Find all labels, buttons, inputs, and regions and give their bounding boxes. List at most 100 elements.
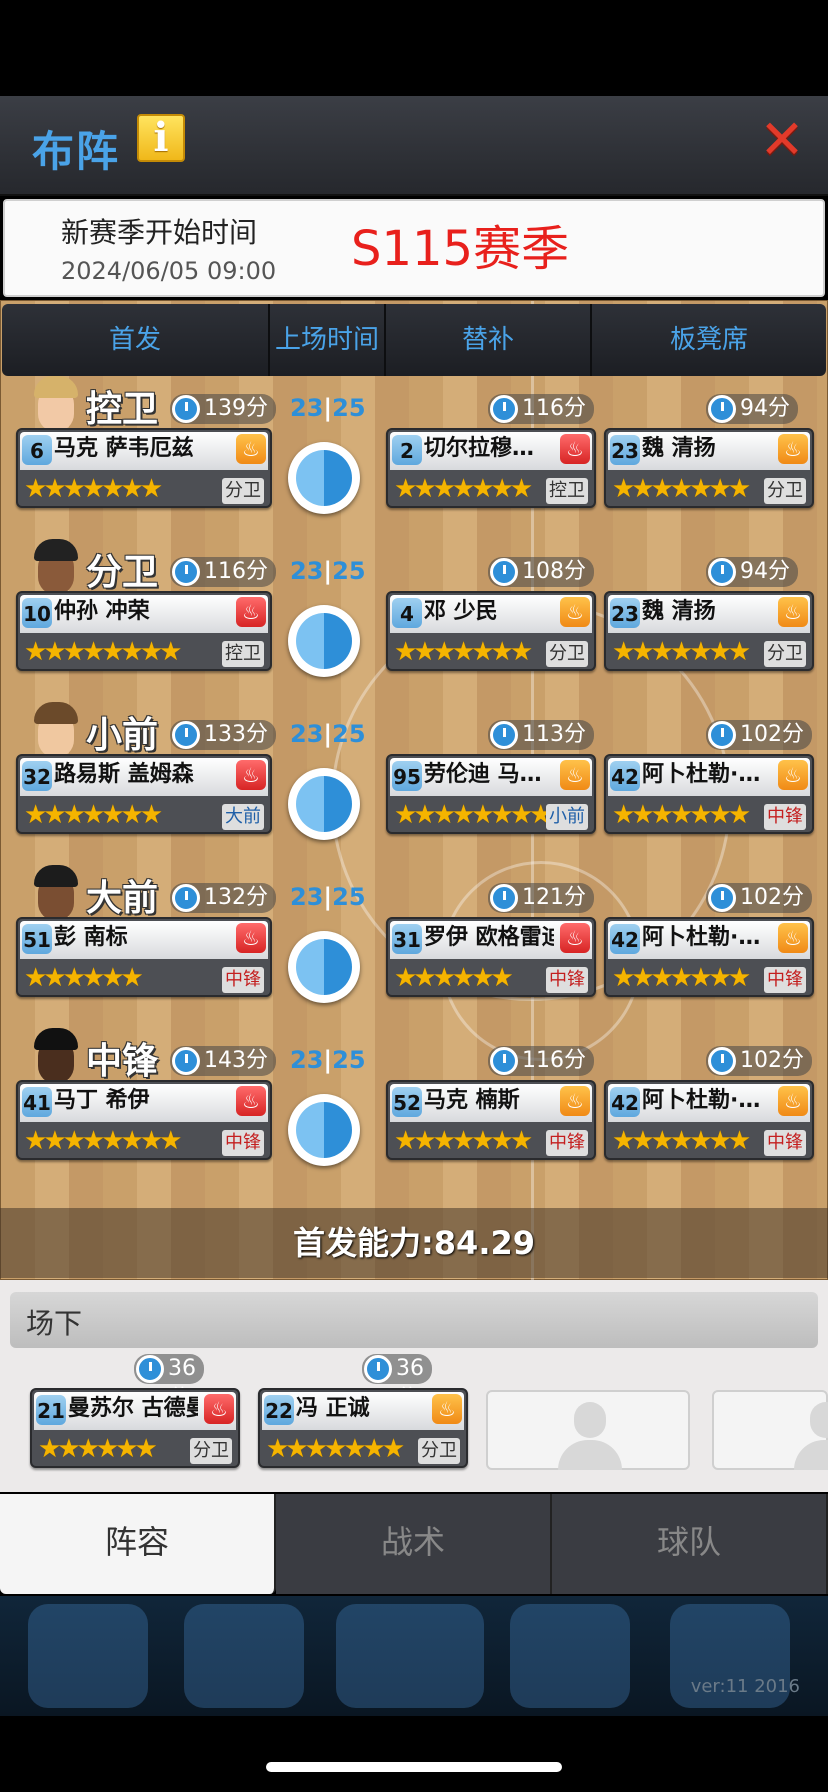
stopwatch-icon [364, 1355, 392, 1383]
player-card[interactable]: 52 马克 楠斯 ♨ ★★★★★★★ 中锋 [386, 1080, 596, 1160]
form-flame-icon: ♨ [560, 1086, 590, 1116]
jersey-number: 52 [392, 1087, 422, 1117]
star-rating: ★★★★★★ [394, 963, 514, 993]
player-name: 阿卜杜勒·… [642, 762, 761, 787]
page-title: 布阵 [32, 127, 121, 176]
position-label: 小前 [86, 715, 159, 756]
player-card[interactable]: 22 冯 正诚 ♨ ★★★★★★★ 分卫 [258, 1388, 468, 1468]
play-time-value: 132分 [204, 885, 268, 910]
position-badge: 分卫 [546, 641, 588, 667]
play-time-value: 121分 [522, 885, 586, 910]
star-rating: ★★★★★★★ [612, 1126, 751, 1156]
play-time: 94分 [706, 394, 798, 424]
empty-bench-slot[interactable] [712, 1390, 828, 1470]
player-card[interactable]: 23 魏 清扬 ♨ ★★★★★★★ 分卫 [604, 428, 814, 508]
player-name: 魏 清扬 [642, 436, 716, 461]
tab-lineup[interactable]: 阵容 [0, 1494, 276, 1594]
minutes-pie-dial[interactable] [288, 1094, 360, 1166]
play-time: 108分 [488, 557, 594, 587]
player-name: 冯 正诚 [296, 1396, 370, 1421]
minutes-pie-dial[interactable] [288, 931, 360, 1003]
info-icon[interactable]: i [137, 114, 185, 162]
player-name: 劳伦迪 马… [424, 762, 542, 787]
lineup-tabbar: 首发 上场时间 替补 板凳席 [2, 304, 826, 376]
stopwatch-icon [708, 721, 736, 749]
player-card[interactable]: 41 马丁 希伊 ♨ ★★★★★★★★ 中锋 [16, 1080, 272, 1160]
stopwatch-icon [490, 395, 518, 423]
bottom-tabs: 阵容 战术 球队 [0, 1494, 828, 1594]
position-badge: 控卫 [546, 478, 588, 504]
form-flame-icon: ♨ [778, 434, 808, 464]
star-icon [28, 1604, 148, 1708]
tab-bench[interactable]: 板凳席 [592, 304, 826, 376]
jersey-number: 42 [610, 761, 640, 791]
play-time: 102分 [706, 720, 812, 750]
player-name: 彭 南标 [54, 925, 128, 950]
play-time: 121分 [488, 883, 594, 913]
home-indicator [266, 1762, 562, 1772]
player-card[interactable]: 42 阿卜杜勒·… ♨ ★★★★★★★ 中锋 [604, 1080, 814, 1160]
tab-substitutes[interactable]: 替补 [386, 304, 592, 376]
tab-playing-time[interactable]: 上场时间 [270, 304, 386, 376]
empty-bench-slot[interactable] [486, 1390, 690, 1470]
close-icon[interactable]: ✕ [758, 113, 806, 167]
player-card[interactable]: 42 阿卜杜勒·… ♨ ★★★★★★★ 中锋 [604, 917, 814, 997]
jersey-number: 23 [610, 598, 640, 628]
play-time: 116分 [488, 1046, 594, 1076]
season-start-date: 2024/06/05 09:00 [61, 257, 277, 285]
player-card[interactable]: 51 彭 南标 ♨ ★★★★★★ 中锋 [16, 917, 272, 997]
star-rating: ★★★★★★★ [394, 1126, 533, 1156]
player-name: 马丁 希伊 [54, 1088, 150, 1113]
jersey-number: 10 [22, 598, 52, 628]
play-time-value: 116分 [522, 396, 586, 421]
player-card[interactable]: 23 魏 清扬 ♨ ★★★★★★★ 分卫 [604, 591, 814, 671]
season-name: S115赛季 [351, 221, 570, 277]
stopwatch-icon [136, 1355, 164, 1383]
jersey-number: 42 [610, 1087, 640, 1117]
tab-team[interactable]: 球队 [552, 1494, 828, 1594]
position-badge: 中锋 [764, 967, 806, 993]
player-card[interactable]: 32 路易斯 盖姆森 ♨ ★★★★★★★ 大前 [16, 754, 272, 834]
player-name: 切尔拉穆… [424, 436, 535, 461]
player-name: 阿卜杜勒·… [642, 1088, 761, 1113]
tab-starters[interactable]: 首发 [2, 304, 270, 376]
star-rating: ★★★★★★★★ [24, 637, 182, 667]
player-name: 邓 少民 [424, 599, 498, 624]
season-start-label: 新赛季开始时间 [61, 216, 258, 249]
position-badge: 中锋 [764, 804, 806, 830]
star-rating: ★★★★★★★ [612, 800, 751, 830]
form-flame-icon: ♨ [560, 434, 590, 464]
player-card[interactable]: 2 切尔拉穆… ♨ ★★★★★★★ 控卫 [386, 428, 596, 508]
minutes-pie-dial[interactable] [288, 605, 360, 677]
player-card[interactable]: 95 劳伦迪 马… ♨ ★★★★★★★★ 小前 [386, 754, 596, 834]
player-card[interactable]: 6 马克 萨韦厄兹 ♨ ★★★★★★★ 分卫 [16, 428, 272, 508]
position-badge: 控卫 [222, 641, 264, 667]
form-flame-icon: ♨ [204, 1394, 234, 1424]
minutes-pie-dial[interactable] [288, 442, 360, 514]
player-name: 路易斯 盖姆森 [54, 762, 194, 787]
position-badge: 分卫 [418, 1438, 460, 1464]
jersey-number: 41 [22, 1087, 52, 1117]
play-time-value: 102分 [740, 1048, 804, 1073]
minutes-pie-dial[interactable] [288, 768, 360, 840]
stopwatch-icon [708, 558, 736, 586]
minutes-split: 23|25 [290, 720, 366, 748]
status-bar-area [0, 0, 828, 96]
play-time-value: 102分 [740, 885, 804, 910]
player-name: 马克 楠斯 [424, 1088, 520, 1113]
tab-tactics[interactable]: 战术 [276, 1494, 552, 1594]
form-flame-icon: ♨ [778, 923, 808, 953]
star-rating: ★★★★★★★ [394, 637, 533, 667]
play-time: 36分 [134, 1354, 204, 1411]
star-rating: ★★★★★★★★ [394, 800, 552, 830]
minutes-split: 23|25 [290, 557, 366, 585]
play-time-value: 116分 [522, 1048, 586, 1073]
player-card[interactable]: 42 阿卜杜勒·… ♨ ★★★★★★★ 中锋 [604, 754, 814, 834]
off-court-header: 场下 [10, 1292, 818, 1348]
player-card[interactable]: 4 邓 少民 ♨ ★★★★★★★ 分卫 [386, 591, 596, 671]
player-card[interactable]: 21 曼苏尔 古德曼 ♨ ★★★★★★ 分卫 [30, 1388, 240, 1468]
stopwatch-icon [172, 1047, 200, 1075]
jersey-number: 42 [610, 924, 640, 954]
player-card[interactable]: 10 仲孙 冲荣 ♨ ★★★★★★★★ 控卫 [16, 591, 272, 671]
player-card[interactable]: 31 罗伊 欧格雷迪 ♨ ★★★★★★ 中锋 [386, 917, 596, 997]
